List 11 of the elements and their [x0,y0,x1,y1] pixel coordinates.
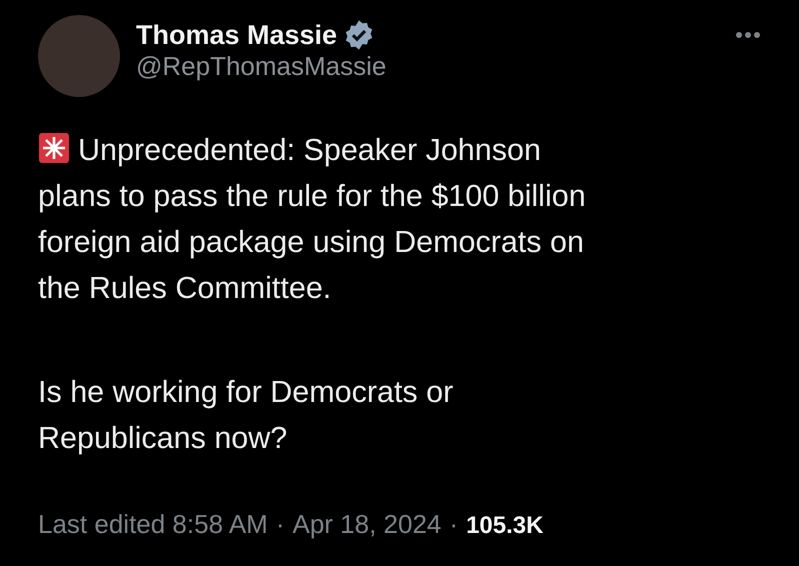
edited-time: Last edited 8:58 AM [38,508,268,541]
post-date: Apr 18, 2024 [292,508,442,541]
tweet-text: Unprecedented: Speaker Johnson plans to pass the rule for the $100 billion foreign aid package using Democrats on the Rules Committee. [38,131,587,307]
siren-icon [38,132,70,164]
separator-dot: · [276,508,284,541]
more-options-icon[interactable] [735,31,761,39]
author-handle: @RepThomasMassie [136,51,388,83]
author-name: Thomas Massie [136,19,338,52]
tweet-text: Is he working for Democrats or Republicans now? [38,374,454,457]
view-count: 105.3K [466,511,544,541]
separator-dot: · [449,508,458,541]
